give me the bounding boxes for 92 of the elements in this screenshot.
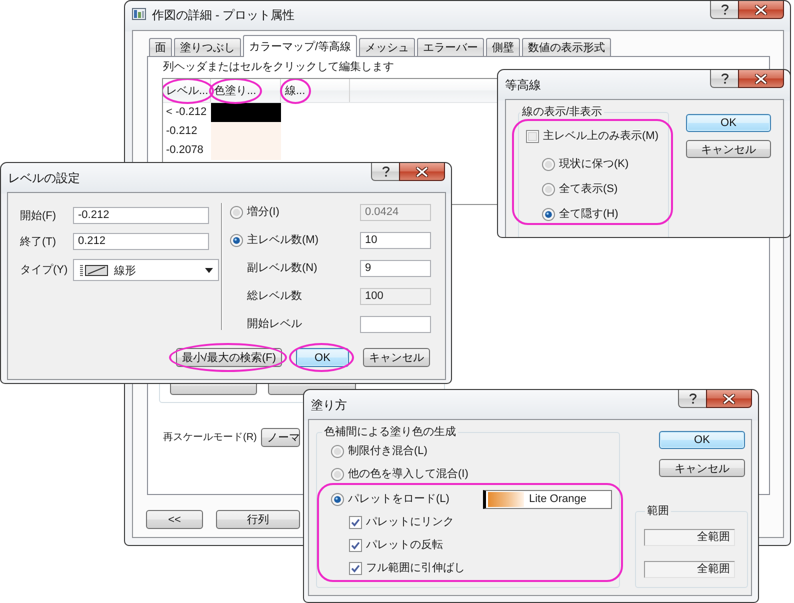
dialog-button[interactable]: キャンセル bbox=[363, 348, 430, 367]
radio-button[interactable] bbox=[542, 182, 555, 196]
close-button[interactable] bbox=[706, 390, 752, 408]
radio-button[interactable] bbox=[230, 234, 243, 246]
close-icon bbox=[723, 394, 735, 404]
radio-button[interactable] bbox=[542, 158, 555, 170]
radio-button[interactable] bbox=[331, 492, 344, 506]
checkbox[interactable] bbox=[349, 538, 362, 552]
type-dropdown[interactable]: 線形 bbox=[73, 259, 219, 281]
help-icon bbox=[688, 393, 696, 404]
range-field[interactable]: 全範囲 bbox=[644, 561, 735, 578]
color-cell[interactable] bbox=[211, 103, 281, 122]
dialog-title: 等高線 bbox=[505, 78, 541, 92]
close-button[interactable] bbox=[399, 163, 445, 181]
column-header[interactable]: レベル... bbox=[163, 79, 211, 102]
dialog-button[interactable]: キャンセル bbox=[686, 140, 771, 158]
column-header[interactable]: 線... bbox=[281, 79, 350, 102]
level-cell[interactable]: -0.2078 bbox=[163, 141, 211, 160]
tab[interactable]: 側壁 bbox=[486, 38, 520, 56]
input-field[interactable]: 10 bbox=[360, 232, 431, 248]
group-title: 線の表示/非表示 bbox=[521, 105, 604, 119]
level-cell[interactable]: < -0.212 bbox=[163, 103, 211, 122]
group-title: 範囲 bbox=[646, 504, 670, 518]
input-field[interactable]: 0.212 bbox=[73, 233, 209, 250]
dialog-button[interactable]: 行列 bbox=[216, 510, 300, 529]
color-cell[interactable] bbox=[211, 122, 281, 141]
help-icon bbox=[382, 166, 390, 177]
field-label: 再スケールモード(R) bbox=[163, 430, 257, 444]
dialog-button[interactable]: キャンセル bbox=[659, 459, 745, 477]
radio-button[interactable] bbox=[331, 468, 344, 480]
tab[interactable]: 面 bbox=[149, 38, 172, 56]
checkbox[interactable] bbox=[349, 562, 362, 574]
radio-button[interactable] bbox=[542, 208, 555, 220]
input-field[interactable]: 9 bbox=[360, 260, 431, 276]
tab[interactable]: カラーマップ/等高線 bbox=[243, 35, 358, 57]
checkbox-label: パレットにリンク bbox=[366, 515, 454, 529]
checkbox-label: フル範囲に引伸ばし bbox=[366, 561, 465, 575]
field-label: 副レベル数(N) bbox=[247, 261, 318, 275]
checkbox[interactable] bbox=[526, 130, 539, 142]
close-button[interactable] bbox=[738, 70, 784, 88]
checkbox[interactable] bbox=[349, 516, 362, 528]
field-label: 開始(F) bbox=[20, 208, 58, 222]
radio-label: 全て表示(S) bbox=[559, 182, 618, 196]
level-cell[interactable]: -0.212 bbox=[163, 122, 211, 141]
group-title: 色補間による塗り色の生成 bbox=[323, 425, 457, 439]
dialog-title: 塗り方 bbox=[311, 398, 347, 412]
help-button[interactable] bbox=[678, 390, 706, 408]
window-icon bbox=[132, 8, 146, 20]
help-button[interactable] bbox=[371, 163, 399, 181]
caret-icon bbox=[205, 268, 213, 272]
field-label: タイプ(Y) bbox=[20, 263, 69, 277]
close-icon bbox=[755, 74, 767, 84]
instruction-text: 列ヘッダまたはセルをクリックして編集します bbox=[163, 60, 394, 74]
radio-label: 主レベル数(M) bbox=[247, 233, 320, 247]
input-field[interactable]: 100 bbox=[360, 288, 431, 304]
help-icon bbox=[720, 4, 728, 15]
palette-selector[interactable]: Lite Orange bbox=[483, 490, 612, 508]
input-field[interactable] bbox=[360, 316, 431, 332]
linear-ramp-icon bbox=[80, 264, 108, 276]
radio-label: 全て隠す(H) bbox=[559, 207, 618, 221]
close-icon bbox=[416, 166, 428, 176]
dialog-button[interactable]: OK bbox=[296, 348, 349, 367]
radio-button[interactable] bbox=[331, 444, 344, 458]
help-icon bbox=[720, 73, 728, 84]
close-button[interactable] bbox=[738, 1, 784, 19]
radio-label: 他の色を導入して混合(I) bbox=[348, 467, 468, 481]
dialog-button[interactable]: OK bbox=[659, 431, 745, 449]
checkbox-label: パレットの反転 bbox=[366, 538, 443, 552]
gradient-swatch-icon bbox=[488, 492, 524, 506]
help-button[interactable] bbox=[710, 1, 738, 19]
dialog-button[interactable]: 最小/最大の検索(F) bbox=[176, 348, 282, 367]
field-label: 総レベル数 bbox=[247, 289, 303, 303]
field-label: 終了(T) bbox=[20, 234, 58, 248]
tab[interactable]: 塗りつぶし bbox=[174, 38, 241, 56]
dialog-title: レベルの設定 bbox=[8, 171, 80, 185]
checkbox-label: 主レベル上のみ表示(M) bbox=[543, 129, 658, 143]
dialog-button[interactable]: << bbox=[146, 510, 203, 529]
radio-label: 制限付き混合(L) bbox=[348, 444, 428, 458]
radio-label: 現状に保つ(K) bbox=[559, 157, 629, 171]
radio-label: 増分(I) bbox=[247, 205, 280, 219]
radio-label: パレットをロード(L) bbox=[348, 492, 450, 506]
tab[interactable]: 数値の表示形式 bbox=[522, 38, 612, 56]
range-field[interactable]: 全範囲 bbox=[644, 529, 735, 546]
field-label: 開始レベル bbox=[247, 317, 303, 331]
dialog-button[interactable]: OK bbox=[686, 114, 771, 132]
help-button[interactable] bbox=[710, 70, 738, 88]
input-field[interactable]: -0.212 bbox=[73, 207, 209, 224]
close-icon bbox=[755, 4, 767, 14]
tab[interactable]: エラーバー bbox=[417, 38, 484, 56]
window-title: 作図の詳細 - プロット属性 bbox=[152, 7, 295, 23]
tab[interactable]: メッシュ bbox=[359, 38, 416, 56]
dropdown-button[interactable]: ノーマ bbox=[260, 428, 300, 447]
